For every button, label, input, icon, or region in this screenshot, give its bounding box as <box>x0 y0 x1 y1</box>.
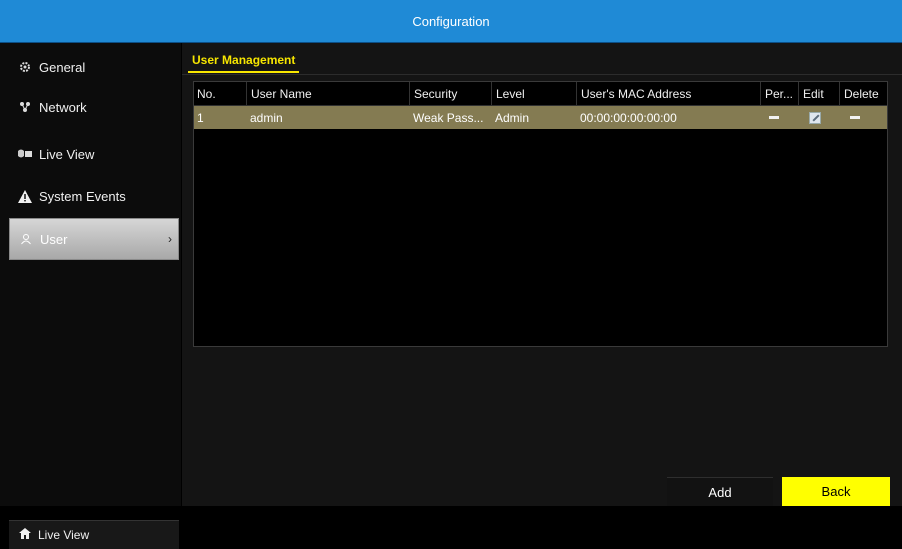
home-icon <box>19 528 31 542</box>
column-header-user-name[interactable]: User Name <box>246 82 312 105</box>
back-button-label: Back <box>821 484 851 499</box>
sidebar-item-label: General <box>39 59 86 75</box>
cell-security: Weak Pass... <box>413 110 484 125</box>
live-view-label: Live View <box>38 528 90 542</box>
cell-no: 1 <box>197 110 204 125</box>
permission-button[interactable] <box>769 106 779 129</box>
tab-user-management[interactable]: User Management <box>188 49 300 73</box>
edit-button[interactable] <box>809 106 821 129</box>
camera-icon <box>17 146 33 162</box>
sidebar-item-network[interactable]: Network <box>9 86 179 128</box>
add-button-label: Add <box>708 484 732 500</box>
delete-icon <box>850 116 860 119</box>
sidebar-item-label: System Events <box>39 188 126 204</box>
column-header-edit[interactable]: Edit <box>798 82 824 105</box>
column-header-level[interactable]: Level <box>491 82 525 105</box>
warning-icon <box>17 188 33 204</box>
column-header-mac-address[interactable]: User's MAC Address <box>576 82 691 105</box>
column-header-delete[interactable]: Delete <box>839 82 879 105</box>
sidebar: General Network Live View System Events … <box>0 43 181 549</box>
network-icon <box>17 99 33 115</box>
sidebar-item-system-events[interactable]: System Events <box>9 175 179 217</box>
main-panel: User Management No. User Name Security L… <box>182 43 902 506</box>
user-icon <box>18 231 34 247</box>
window-title-text: Configuration <box>412 13 490 29</box>
add-button[interactable]: Add <box>667 477 773 506</box>
back-button[interactable]: Back <box>782 477 890 506</box>
delete-button[interactable] <box>850 106 860 129</box>
sidebar-item-label: Live View <box>39 146 95 162</box>
sidebar-item-label: Network <box>39 99 87 115</box>
edit-icon <box>809 111 821 124</box>
cell-mac-address: 00:00:00:00:00:00 <box>580 110 677 125</box>
table-header: No. User Name Security Level User's MAC … <box>194 82 887 106</box>
cell-level: Admin <box>495 110 530 125</box>
live-view-button[interactable]: Live View <box>9 520 179 549</box>
column-header-security[interactable]: Security <box>409 82 457 105</box>
sidebar-item-user[interactable]: User › <box>9 218 179 260</box>
sidebar-item-label: User <box>40 231 68 247</box>
table-row[interactable]: 1 admin Weak Pass... Admin 00:00:00:00:0… <box>194 106 887 129</box>
tab-label: User Management <box>192 53 296 67</box>
window-title: Configuration <box>0 0 902 43</box>
column-header-permission[interactable]: Per... <box>760 82 793 105</box>
sidebar-item-live-view[interactable]: Live View <box>9 133 179 175</box>
user-table: No. User Name Security Level User's MAC … <box>193 81 888 347</box>
permission-icon <box>769 116 779 119</box>
chevron-right-icon: › <box>168 232 172 246</box>
sidebar-item-general[interactable]: General <box>9 46 179 88</box>
gear-icon <box>17 59 33 75</box>
tab-divider <box>182 74 902 75</box>
column-header-no[interactable]: No. <box>197 82 216 105</box>
cell-user-name: admin <box>250 110 283 125</box>
